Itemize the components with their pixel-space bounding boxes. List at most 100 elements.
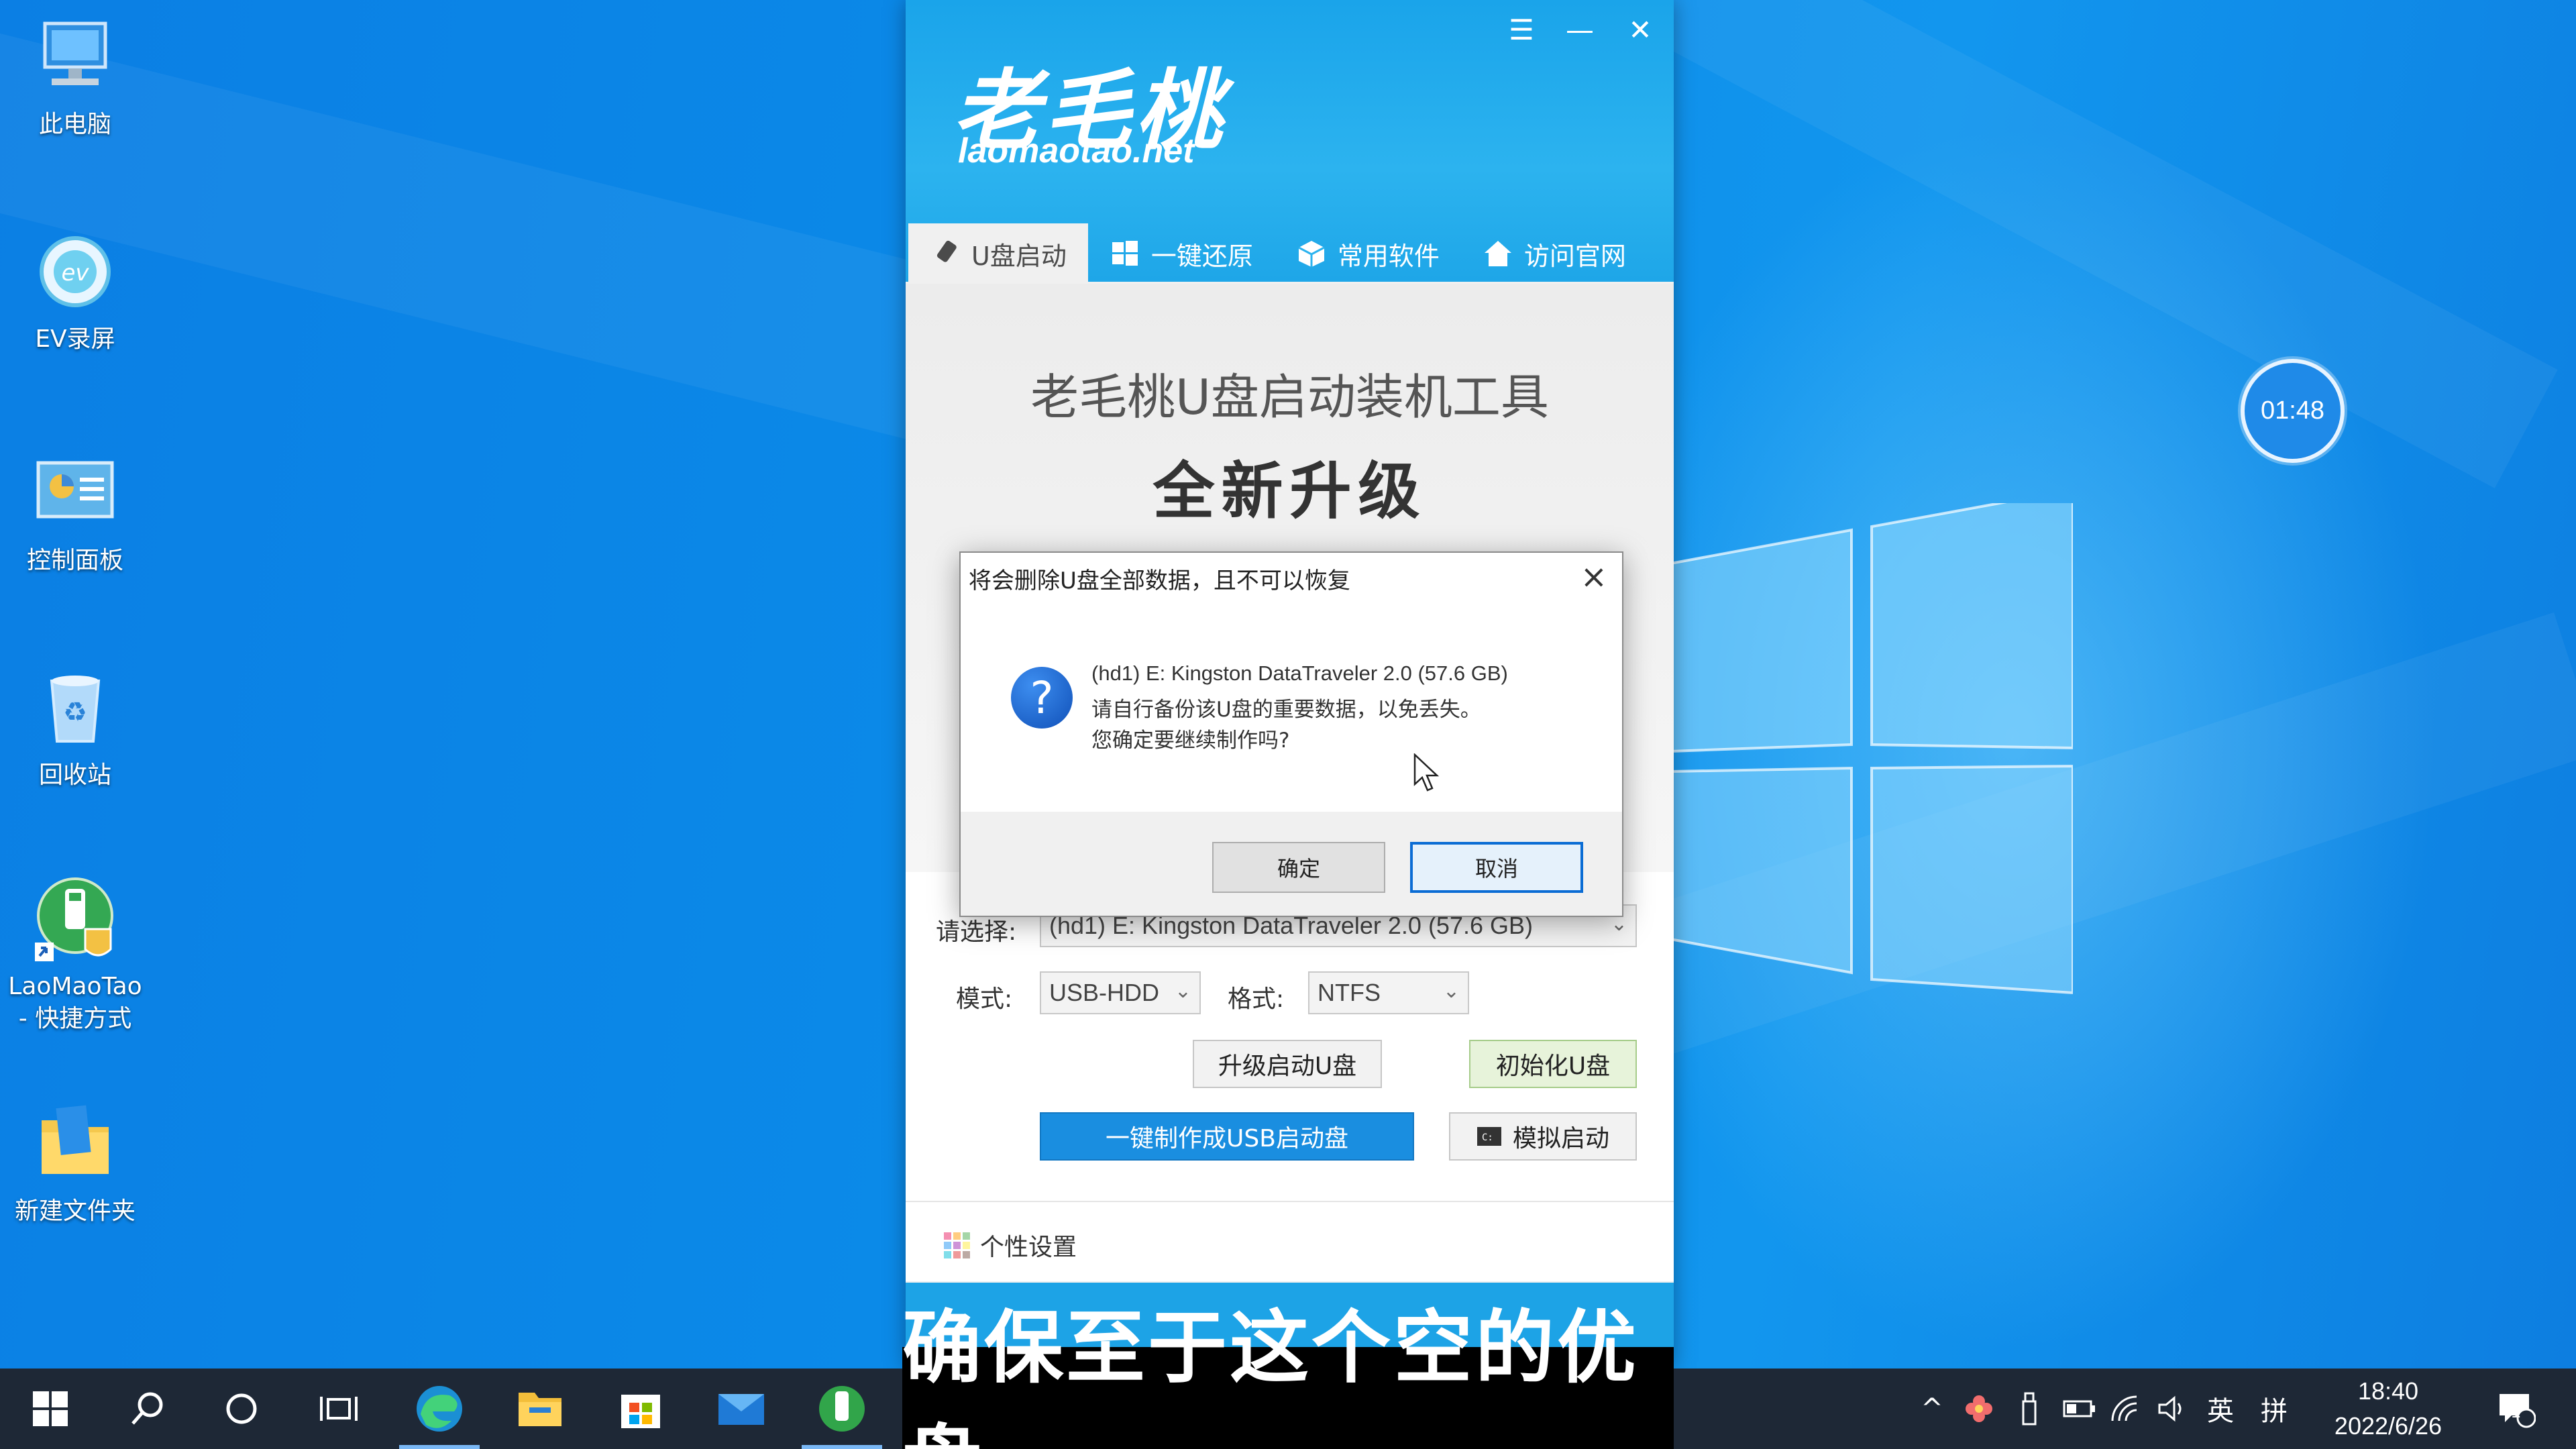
ev-recorder-icon: ev — [40, 236, 111, 307]
tab-one-click-restore[interactable]: 一键还原 — [1088, 223, 1275, 284]
mode-select[interactable]: USB-HDD ⌄ — [1040, 971, 1201, 1014]
tab-label: 常用软件 — [1337, 241, 1440, 271]
file-explorer-icon — [519, 1393, 561, 1426]
boot-disk-form: 请选择: (hd1) E: Kingston DataTraveler 2.0 … — [906, 872, 1674, 1201]
desktop-icon-recycle-bin[interactable]: ♻ 回收站 — [1, 664, 149, 792]
tab-label: 一键还原 — [1150, 241, 1253, 271]
desktop-icon-label: 控制面板 — [26, 547, 123, 574]
battery-tray-icon[interactable] — [2056, 1368, 2103, 1449]
notification-count: 1 — [2510, 1402, 2522, 1422]
usb-drive-icon — [936, 240, 957, 262]
dialog-message-backup: 请自行备份该U盘的重要数据，以免丢失。 — [1091, 698, 1481, 722]
desktop-icon-laomaotao[interactable]: LaoMaoTao - 快捷方式 — [1, 875, 149, 1035]
laomaotao-shortcut-icon — [35, 877, 113, 961]
close-button[interactable]: ✕ — [1617, 13, 1664, 46]
taskbar-laomaotao[interactable] — [792, 1368, 892, 1449]
palette-icon — [944, 1232, 970, 1258]
volume-tray-icon[interactable] — [2150, 1368, 2197, 1449]
light-beam — [1547, 0, 2558, 488]
tab-label: 访问官网 — [1523, 241, 1626, 271]
hero-title: 老毛桃U盘启动装机工具 — [1030, 369, 1549, 425]
desktop-icon-label: 回收站 — [38, 761, 111, 789]
tray-app-icon[interactable] — [1955, 1368, 2002, 1449]
windows-start-icon — [33, 1391, 68, 1426]
app-header: 老毛桃 laomaotao.net ☰ — ✕ U盘启动 一键还原 常用软件 访… — [906, 0, 1674, 284]
recording-timer[interactable]: 01:48 — [2241, 359, 2345, 463]
simulate-boot-button[interactable]: C: 模拟启动 — [1449, 1112, 1637, 1161]
mode-select-value: USB-HDD — [1049, 979, 1160, 1006]
select-label: 请选择: — [936, 918, 1017, 946]
init-disk-button[interactable]: 初始化U盘 — [1469, 1040, 1637, 1088]
ime-mode[interactable]: 拼 — [2247, 1368, 2301, 1449]
desktop-icon-label: EV录屏 — [35, 325, 115, 353]
personal-settings-link[interactable]: 个性设置 — [943, 1228, 1077, 1263]
action-center-button[interactable]: 1 — [2482, 1368, 2549, 1449]
make-usb-boot-button[interactable]: 一键制作成USB启动盘 — [1040, 1112, 1414, 1161]
svg-text:♻: ♻ — [63, 697, 87, 728]
svg-text:C:: C: — [1482, 1132, 1493, 1143]
personal-settings-label: 个性设置 — [980, 1234, 1077, 1261]
tab-common-software[interactable]: 常用软件 — [1275, 223, 1461, 284]
speaker-icon — [2158, 1395, 2182, 1422]
clock-date: 2022/6/26 — [2334, 1412, 2443, 1440]
usb-icon — [2022, 1392, 2037, 1426]
edge-browser-icon — [417, 1386, 462, 1432]
taskbar-mail[interactable] — [691, 1368, 792, 1449]
tab-visit-website[interactable]: 访问官网 — [1461, 223, 1648, 284]
chevron-down-icon: ⌄ — [1442, 980, 1460, 1002]
taskbar-file-explorer[interactable] — [490, 1368, 590, 1449]
taskbar-clock[interactable]: 18:40 2022/6/26 — [2321, 1368, 2455, 1449]
close-icon[interactable]: × — [1580, 558, 1607, 596]
search-button[interactable] — [97, 1368, 198, 1449]
desktop-icon-control-panel[interactable]: 控制面板 — [1, 449, 149, 577]
recycle-bin-icon: ♻ — [50, 676, 101, 743]
computer-icon — [43, 21, 107, 85]
dialog-body: ? (hd1) E: Kingston DataTraveler 2.0 (57… — [961, 613, 1622, 814]
clock-time: 18:40 — [2357, 1377, 2419, 1405]
format-select[interactable]: NTFS ⌄ — [1308, 971, 1469, 1014]
task-view-button[interactable] — [288, 1368, 389, 1449]
hero-subtitle: 全新升级 — [1152, 455, 1427, 527]
flower-tray-icon — [1966, 1395, 1992, 1422]
windows-logo-wallpaper — [1670, 503, 2073, 995]
settings-bar: 个性设置 — [906, 1201, 1674, 1281]
format-label: 格式: — [1228, 985, 1285, 1013]
upgrade-boot-disk-button[interactable]: 升级启动U盘 — [1193, 1040, 1382, 1088]
start-button[interactable] — [0, 1368, 101, 1449]
taskbar-store[interactable] — [590, 1368, 691, 1449]
taskbar-edge[interactable] — [389, 1368, 490, 1449]
usb-tray-icon[interactable] — [2006, 1368, 2053, 1449]
control-panel-icon — [36, 461, 114, 519]
show-hidden-icons[interactable]: ^ — [1909, 1368, 1955, 1449]
desktop-icon-ev-recorder[interactable]: ev EV录屏 — [1, 228, 149, 356]
simulate-boot-label: 模拟启动 — [1512, 1125, 1609, 1152]
terminal-icon: C: — [1477, 1127, 1501, 1146]
box-icon — [1298, 241, 1325, 267]
cancel-button[interactable]: 取消 — [1410, 842, 1583, 893]
app-logo-en: laomaotao.net — [958, 131, 1195, 170]
desktop-icon-label: 新建文件夹 — [14, 1197, 136, 1225]
wifi-icon — [2111, 1395, 2137, 1421]
search-icon — [131, 1392, 163, 1425]
desktop-icon-this-pc[interactable]: 此电脑 — [1, 13, 149, 141]
tab-usb-boot[interactable]: U盘启动 — [908, 223, 1088, 284]
cortana-button[interactable] — [191, 1368, 292, 1449]
ok-button[interactable]: 确定 — [1212, 842, 1385, 893]
mouse-cursor-icon — [1413, 753, 1440, 792]
mail-icon — [718, 1394, 764, 1425]
minimize-button[interactable]: — — [1556, 13, 1603, 46]
tab-bar: U盘启动 一键还原 常用软件 访问官网 — [906, 223, 1674, 284]
dialog-footer: 确定 取消 — [961, 812, 1622, 916]
desktop-icon-label: LaoMaoTao - 快捷方式 — [8, 973, 142, 1032]
desktop-icon-new-folder[interactable]: 新建文件夹 — [1, 1100, 149, 1228]
task-view-icon — [320, 1397, 358, 1421]
menu-icon[interactable]: ☰ — [1498, 13, 1545, 46]
input-language[interactable]: 英 — [2197, 1368, 2244, 1449]
laomaotao-icon — [819, 1386, 865, 1432]
desktop-icon-label: 此电脑 — [38, 111, 111, 138]
chevron-down-icon: ⌄ — [1174, 980, 1191, 1002]
network-tray-icon[interactable] — [2103, 1368, 2150, 1449]
battery-icon — [2063, 1400, 2095, 1417]
question-icon: ? — [1011, 667, 1073, 729]
home-icon — [1484, 241, 1511, 266]
